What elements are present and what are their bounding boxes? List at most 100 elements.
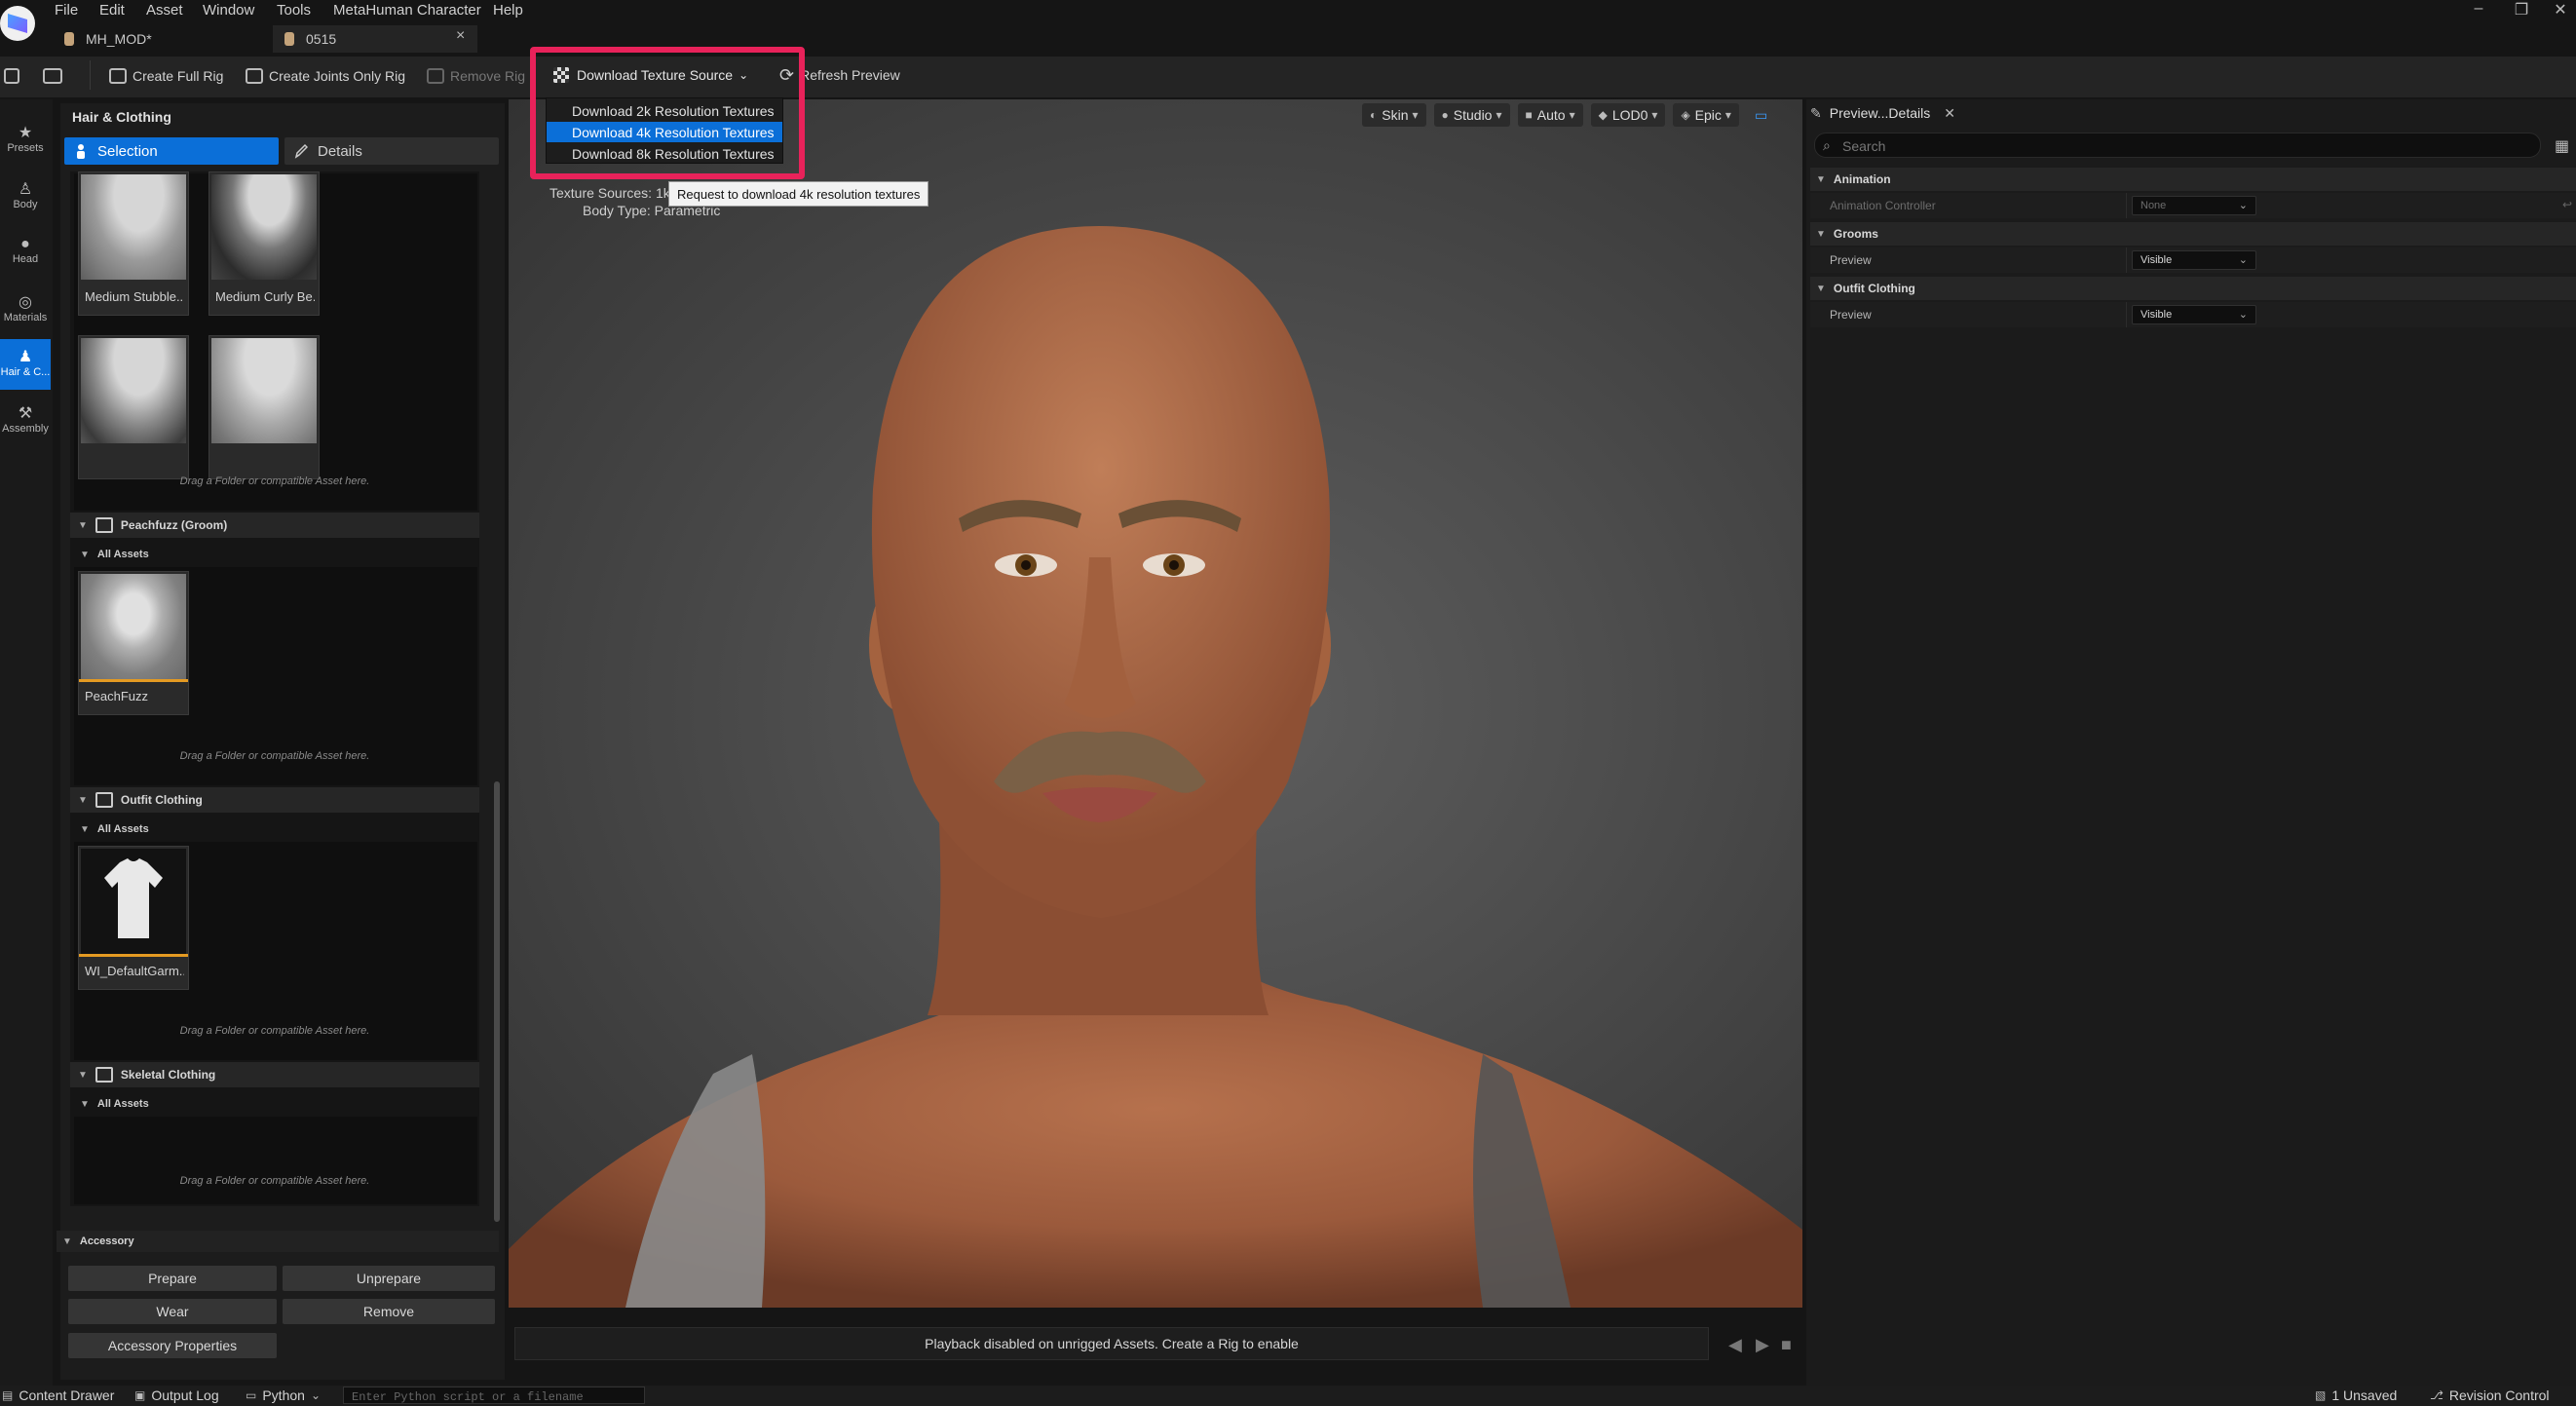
chevron-down-icon: ⌄ <box>2238 200 2248 211</box>
selection-tab[interactable]: Selection <box>64 137 279 165</box>
reset-arrow-icon[interactable]: ↩ <box>2562 198 2572 211</box>
nav-body[interactable]: ♙ Body <box>0 171 51 222</box>
lod-dropdown[interactable]: ◆ LOD0 ▾ <box>1590 103 1666 127</box>
collapse-arrow-icon: ▼ <box>80 823 90 835</box>
chevron-down-icon: ⌄ <box>2238 254 2248 266</box>
accessory-properties-button[interactable]: Accessory Properties <box>68 1333 277 1358</box>
skin-dropdown[interactable]: ◐ Skin ▾ <box>1362 103 1426 127</box>
menu-metahuman-character[interactable]: MetaHuman Character <box>333 2 481 19</box>
unprepare-button[interactable]: Unprepare <box>283 1266 495 1291</box>
section-skeletal-clothing[interactable]: ▼ Skeletal Clothing <box>70 1062 479 1087</box>
remove-rig-button[interactable]: Remove Rig <box>427 64 525 88</box>
nav-assembly[interactable]: ⚒ Assembly <box>0 396 51 446</box>
python-command-field[interactable] <box>344 1389 644 1405</box>
viewport-toolbar: ◐ Skin ▾ ● Studio ▾ ■ Auto ▾ ◆ LOD0 ▾ ◈ Epic ▾ ▭ <box>1362 103 1775 127</box>
save-icon[interactable] <box>4 64 25 88</box>
collapse-arrow-icon: ▼ <box>80 549 90 560</box>
create-joints-only-rig-button[interactable]: Create Joints Only Rig <box>246 64 405 88</box>
animation-controller-combo[interactable]: None ⌄ <box>2132 196 2256 215</box>
nav-head[interactable]: ● Head <box>0 228 51 279</box>
content-drawer-button[interactable]: ▤ Content Drawer <box>2 1387 114 1403</box>
remove-button[interactable]: Remove <box>283 1299 495 1324</box>
subsection-title: All Assets <box>96 1098 149 1110</box>
close-icon[interactable]: ✕ <box>1944 105 1955 122</box>
console-icon: ▭ <box>246 1388 257 1402</box>
subsection-title: All Assets <box>96 549 149 560</box>
section-peachfuzz[interactable]: ▼ Peachfuzz (Groom) <box>70 513 479 538</box>
subsection-all-assets[interactable]: ▼ All Assets <box>76 544 479 565</box>
thumbnail-accent-bar <box>79 679 188 682</box>
subsection-title: All Assets <box>96 823 149 835</box>
previous-icon[interactable]: ◀ <box>1728 1335 1742 1355</box>
outfit-thumbnail[interactable]: WI_DefaultGarm... <box>78 846 189 990</box>
beard-thumbnail[interactable] <box>78 335 189 479</box>
collapse-arrow-icon: ▼ <box>1816 173 1826 185</box>
tab-preview-details[interactable]: ✎ Preview...Details ✕ <box>1810 101 1976 125</box>
chevron-down-icon: ▾ <box>1569 108 1575 122</box>
chip-label: Studio <box>1453 107 1493 123</box>
nav-label: Hair & C... <box>0 366 51 378</box>
beard-thumbnail[interactable] <box>208 335 320 479</box>
revision-control-button[interactable]: ⎇ Revision Control <box>2430 1387 2550 1403</box>
menu-edit[interactable]: Edit <box>99 2 125 19</box>
category-title: Animation <box>1833 172 1891 186</box>
tooltip: Request to download 4k resolution textur… <box>668 181 929 207</box>
menu-help[interactable]: Help <box>493 2 523 19</box>
beard-thumbnail[interactable]: Medium Curly Be... <box>208 171 320 316</box>
menu-window[interactable]: Window <box>203 2 254 19</box>
subsection-all-assets[interactable]: ▼ All Assets <box>76 1093 479 1115</box>
view-options-icon[interactable]: ▦ <box>2555 136 2569 156</box>
restore-icon[interactable]: ❐ <box>2500 0 2543 19</box>
category-animation[interactable]: ▼ Animation <box>1810 168 2576 191</box>
menu-asset[interactable]: Asset <box>146 2 183 19</box>
details-search[interactable]: ⌕ <box>1814 133 2541 158</box>
camera-dropdown[interactable]: ■ Auto ▾ <box>1517 103 1583 127</box>
tab-mh-mod[interactable]: MH_MOD* <box>53 25 267 53</box>
search-input[interactable] <box>1842 136 2524 156</box>
peachfuzz-thumbnail[interactable]: PeachFuzz <box>78 571 189 715</box>
python-input[interactable] <box>343 1387 645 1405</box>
grooms-preview-combo[interactable]: Visible ⌄ <box>2132 250 2256 270</box>
unsaved-button[interactable]: ▧ 1 Unsaved <box>2315 1387 2397 1403</box>
drop-hint: Drag a Folder or compatible Asset here. <box>179 750 370 762</box>
create-full-rig-label: Create Full Rig <box>133 68 224 84</box>
category-grooms[interactable]: ▼ Grooms <box>1810 222 2576 246</box>
output-log-button[interactable]: ▣ Output Log <box>134 1387 219 1403</box>
category-outfit-clothing[interactable]: ▼ Outfit Clothing <box>1810 277 2576 300</box>
app-logo-icon[interactable] <box>0 6 35 41</box>
nav-hair-clothing[interactable]: ♟ Hair & C... <box>0 339 51 390</box>
minimize-icon[interactable]: – <box>2457 0 2500 18</box>
section-accessory[interactable]: ▼ Accessory <box>57 1231 499 1252</box>
wear-button[interactable]: Wear <box>68 1299 277 1324</box>
chip-label: Epic <box>1694 107 1722 123</box>
playback-bar: Playback disabled on unrigged Assets. Cr… <box>514 1327 1709 1360</box>
browse-icon[interactable] <box>43 64 68 88</box>
close-window-icon[interactable]: ✕ <box>2539 0 2576 19</box>
nav-presets[interactable]: ★ Presets <box>0 115 51 166</box>
property-row: Animation Controller None ⌄ ↩ <box>1810 193 2576 218</box>
tshirt-icon <box>104 858 163 938</box>
stop-icon[interactable]: ■ <box>1781 1335 1792 1355</box>
menu-tools[interactable]: Tools <box>277 2 311 19</box>
beard-thumbnail[interactable]: Medium Stubble... <box>78 171 189 316</box>
studio-dropdown[interactable]: ● Studio ▾ <box>1433 103 1510 127</box>
play-icon[interactable]: ▶ <box>1756 1335 1769 1355</box>
menu-file[interactable]: File <box>55 2 78 19</box>
subsection-all-assets[interactable]: ▼ All Assets <box>76 818 479 840</box>
prepare-button[interactable]: Prepare <box>68 1266 277 1291</box>
python-console-dropdown[interactable]: ▭ Python ⌄ <box>246 1387 326 1403</box>
section-outfit-clothing[interactable]: ▼ Outfit Clothing <box>70 787 479 813</box>
outfit-preview-combo[interactable]: Visible ⌄ <box>2132 305 2256 324</box>
combo-value: Visible <box>2140 254 2173 266</box>
tab-close-icon[interactable]: × <box>456 27 465 45</box>
tab-0515[interactable]: 0515 <box>273 25 477 53</box>
nav-materials[interactable]: ◎ Materials <box>0 285 51 335</box>
nav-label: Materials <box>3 312 48 323</box>
panel-scrollbar[interactable] <box>494 171 500 1224</box>
nav-label: Assembly <box>2 423 49 435</box>
create-full-rig-button[interactable]: Create Full Rig <box>109 64 223 88</box>
details-tab[interactable]: Details <box>284 137 499 165</box>
quality-dropdown[interactable]: ◈ Epic ▾ <box>1673 103 1739 127</box>
stats-toggle-icon[interactable]: ▭ <box>1747 103 1775 127</box>
scrollbar-thumb[interactable] <box>494 781 500 1222</box>
